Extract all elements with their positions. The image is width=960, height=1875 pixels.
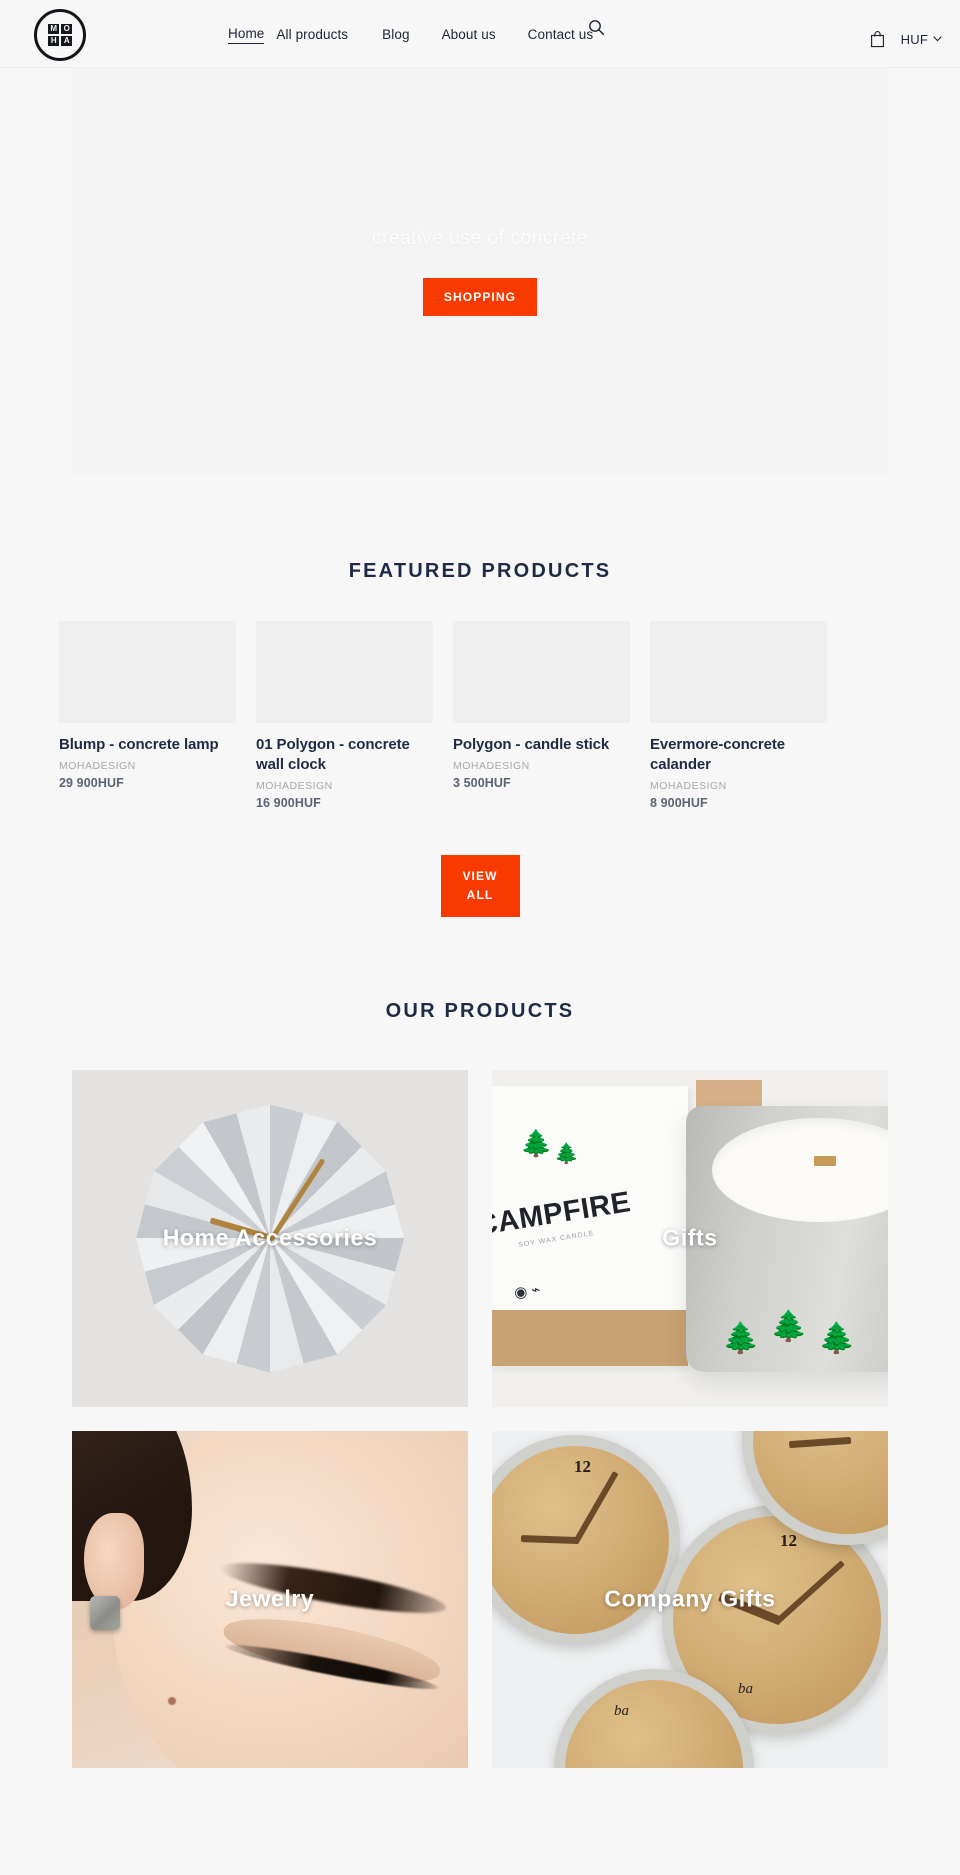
product-image	[650, 621, 827, 723]
featured-products-title: FEATURED PRODUCTS	[348, 560, 612, 582]
product-vendor: MOHADESIGN	[650, 779, 727, 792]
main-navigation: Home All products Blog About us Contact …	[228, 0, 593, 68]
view-all-button[interactable]: VIEW ALL	[440, 854, 520, 917]
logo-cell-h: H	[48, 36, 59, 46]
product-card[interactable]: Blump - concrete lamp MOHADESIGN 29 900H…	[59, 621, 236, 790]
clock-numeral: 12	[780, 1530, 797, 1550]
our-products-title: OUR PRODUCTS	[385, 999, 575, 1022]
clock-numeral: 12	[574, 1456, 591, 1476]
hero-banner: creative use of concrete SHOPPING	[72, 68, 888, 475]
logo-cell-a: A	[61, 36, 72, 46]
product-vendor: MOHADESIGN	[256, 779, 333, 792]
product-card[interactable]: Evermore-concrete calander MOHADESIGN 8 …	[650, 621, 827, 810]
model-mole	[168, 1696, 176, 1705]
cork-clock-face	[565, 1679, 743, 1768]
currency-label: HUF	[900, 31, 928, 47]
product-price: 3 500HUF	[453, 775, 511, 790]
pine-tree-icon: 🌲	[554, 1142, 579, 1165]
product-price: 16 900HUF	[256, 795, 321, 810]
collection-tile-company-gifts[interactable]: 12 12 ba ba Company Gifts	[492, 1430, 888, 1768]
hero-title: creative use of concrete	[371, 227, 589, 249]
hero-shopping-button[interactable]: SHOPPING	[422, 277, 538, 316]
candle-wax	[712, 1117, 888, 1222]
engraved-tree-icon: 🌲	[818, 1321, 856, 1355]
collection-tile-home-accessories[interactable]: Home Accessories	[72, 1069, 468, 1407]
chevron-down-icon	[933, 36, 942, 42]
nav-item-blog[interactable]: Blog	[382, 25, 409, 44]
product-card[interactable]: Polygon - candle stick MOHADESIGN 3 500H…	[453, 621, 630, 790]
product-price: 8 900HUF	[650, 795, 708, 810]
engraved-tree-icon: 🌲	[722, 1321, 760, 1355]
collection-label: Company Gifts	[604, 1585, 776, 1612]
collection-tile-jewelry[interactable]: Jewelry	[72, 1430, 468, 1768]
product-image	[256, 621, 433, 723]
collection-label: Home Accessories	[162, 1224, 378, 1251]
product-title: 01 Polygon - concrete wall clock	[256, 736, 410, 773]
cart-button[interactable]	[870, 30, 885, 48]
collection-label: Jewelry	[225, 1585, 315, 1612]
product-title: Polygon - candle stick	[453, 736, 610, 753]
logo-cell-o: O	[61, 24, 72, 34]
clock-script-text: ba	[738, 1680, 753, 1697]
logo-cell-m: M	[48, 24, 59, 34]
logo-monogram: M O H A	[48, 24, 72, 46]
collection-grid: Home Accessories 🌲 🌲 CAMPFIRE SOY WAX CA…	[72, 1069, 888, 1768]
collection-tile-gifts[interactable]: 🌲 🌲 CAMPFIRE SOY WAX CANDLE ◉ ⌁ 🌲 🌲 🌲 Gi…	[492, 1069, 888, 1407]
product-card[interactable]: 01 Polygon - concrete wall clock MOHADES…	[256, 621, 433, 810]
search-button[interactable]	[585, 16, 607, 38]
product-title: Evermore-concrete calander	[650, 736, 786, 773]
currency-selector[interactable]: HUF	[901, 32, 942, 47]
clock-script-text: ba	[614, 1702, 629, 1719]
site-header: M O H A Home All products Blog About us …	[0, 0, 960, 68]
nav-item-about-us[interactable]: About us	[442, 25, 496, 44]
logo-circle-icon: M O H A	[34, 9, 86, 61]
candle-box-band	[492, 1309, 688, 1366]
nav-item-all-products[interactable]: All products	[276, 25, 348, 44]
product-vendor: MOHADESIGN	[59, 759, 136, 772]
pine-tree-icon: 🌲	[520, 1127, 553, 1158]
candle-box-mark: ◉ ⌁	[512, 1281, 542, 1302]
collection-label: Gifts	[662, 1224, 718, 1251]
cork-clock: 12	[492, 1434, 680, 1645]
header-actions: HUF	[870, 30, 942, 48]
nav-item-home[interactable]: Home	[228, 24, 265, 44]
product-title: Blump - concrete lamp	[59, 736, 219, 753]
engraved-tree-icon: 🌲	[770, 1309, 808, 1343]
view-all-container: VIEW ALL	[0, 854, 960, 917]
search-icon	[588, 19, 604, 35]
product-image	[453, 621, 630, 723]
product-vendor: MOHADESIGN	[453, 759, 530, 772]
featured-products-list: Blump - concrete lamp MOHADESIGN 29 900H…	[58, 621, 902, 810]
product-image	[59, 621, 236, 723]
candle-wood-wick	[814, 1155, 836, 1166]
site-logo[interactable]: M O H A	[34, 9, 86, 61]
product-price: 29 900HUF	[59, 775, 124, 790]
nav-item-contact-us[interactable]: Contact us	[528, 25, 594, 44]
shopping-bag-icon	[870, 31, 884, 48]
